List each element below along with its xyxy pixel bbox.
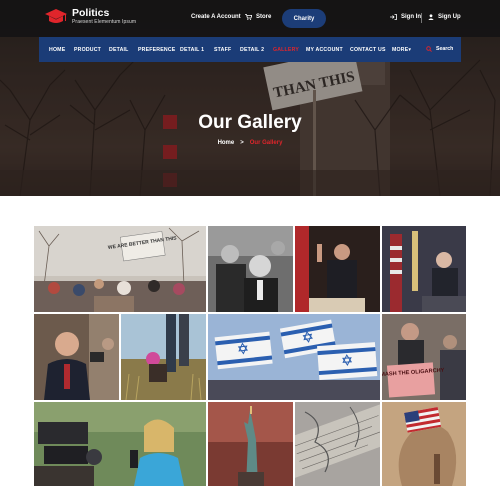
nav-search[interactable]: Search [426,46,453,52]
nav-item-staff[interactable]: STAFF [214,47,231,53]
nav-item-preference[interactable]: PREFERENCE [138,47,175,53]
gallery-grid: WE ARE BETTER THAN THIS SMASH THE OLIGAR… [34,226,466,486]
store-label: Store [256,14,272,20]
create-account-link[interactable]: Create A Account [191,14,241,20]
nav-item-detail-2[interactable]: DETAIL 2 [240,47,264,53]
politicians-black-white-photo[interactable] [208,226,293,312]
store-link[interactable]: Store [245,14,271,20]
brand-logo[interactable]: Politics Praesent Elementum Ipsum [45,8,136,26]
breadcrumb-current: Our Gallery [249,140,283,146]
nav-item-my-account[interactable]: MY ACCOUNT [306,47,343,53]
nav-item-contact-us[interactable]: CONTACT US [350,47,386,53]
field-grass-photo[interactable] [121,314,206,400]
page-title: Our Gallery [198,112,302,133]
sign-in-icon [390,14,397,20]
search-icon [426,46,432,52]
nav-item-gallery[interactable]: GALLERY [273,47,299,53]
create-account-label: Create A Account [191,14,241,20]
nav-item-product[interactable]: PRODUCT [74,47,101,53]
press-conference-photo[interactable] [34,314,119,400]
charity-label: Charity [293,15,315,22]
user-icon [428,14,434,20]
nav-item-detail[interactable]: DETAIL [109,47,129,53]
graduation-cap-icon [45,9,67,23]
nav-item-more[interactable]: MORE▾ [392,47,411,53]
sign-up-link[interactable]: Sign Up [428,14,461,20]
main-navigation: HOME PRODUCT DETAIL PREFERENCE DETAIL 1 … [39,37,461,62]
search-label: Search [436,46,454,52]
reporter-cameras-photo[interactable] [34,402,206,486]
caret-down-icon: ▾ [408,47,412,53]
speaker-podium-photo[interactable] [295,226,380,312]
nav-item-detail-1[interactable]: DETAIL 1 [180,47,204,53]
statue-of-liberty-photo[interactable] [208,402,293,486]
sign-in-link[interactable]: Sign In [390,14,421,20]
nav-item-more-label: MORE [392,47,409,53]
charity-button[interactable]: Charity [282,9,326,28]
flag-face-art-photo[interactable] [382,402,466,486]
breadcrumb-home[interactable]: Home [218,140,235,146]
israeli-flags-rally-photo[interactable] [208,314,380,400]
map-documents-photo[interactable] [295,402,380,486]
flag-speech-photo[interactable] [382,226,466,312]
brand-name: Politics [72,7,110,19]
smash-sign-protester-photo[interactable]: SMASH THE OLIGARCHY [382,314,466,400]
sign-in-label: Sign In [401,14,421,20]
breadcrumb: Home > Our Gallery [0,140,500,146]
nav-item-home[interactable]: HOME [49,47,65,53]
protest-crowd-photo[interactable]: WE ARE BETTER THAN THIS [34,226,206,312]
brand-tagline: Praesent Elementum Ipsum [72,19,137,25]
chevron-right-icon: > [240,140,244,146]
top-bar: Politics Praesent Elementum Ipsum Create… [0,0,500,37]
sign-up-label: Sign Up [438,14,461,20]
cart-icon [245,14,252,20]
topbar-divider [421,13,422,23]
